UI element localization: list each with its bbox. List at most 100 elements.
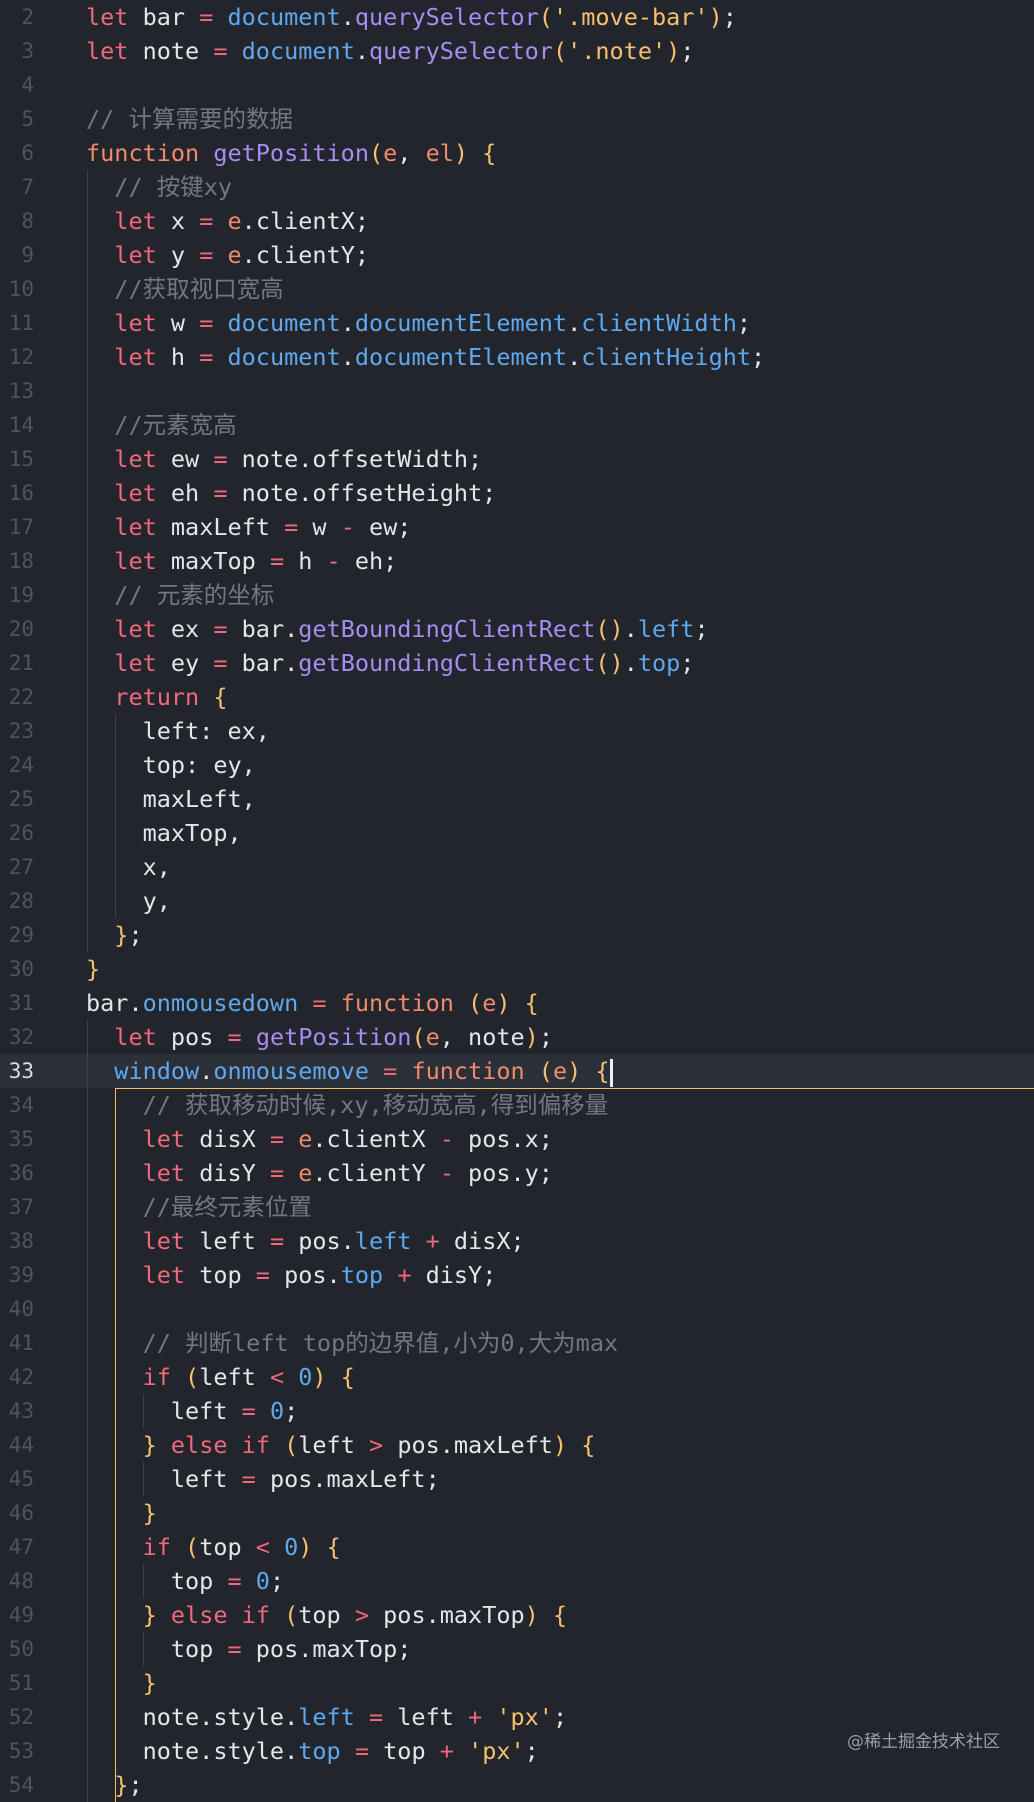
code-text[interactable]: let w = document.documentElement.clientW… — [86, 306, 751, 340]
code-line[interactable]: 9 let y = e.clientY; — [0, 238, 1034, 272]
code-line[interactable]: 49 } else if (top > pos.maxTop) { — [0, 1598, 1034, 1632]
code-line[interactable]: 43 left = 0; — [0, 1394, 1034, 1428]
code-line[interactable]: 34 // 获取移动时候,xy,移动宽高,得到偏移量 — [0, 1088, 1034, 1122]
code-text[interactable]: top: ey, — [86, 748, 256, 782]
code-line[interactable]: 3 let note = document.querySelector('.not… — [0, 34, 1034, 68]
code-line[interactable]: 20 let ex = bar.getBoundingClientRect().… — [0, 612, 1034, 646]
code-line[interactable]: 47 if (top < 0) { — [0, 1530, 1034, 1564]
code-text[interactable]: if (top < 0) { — [86, 1530, 341, 1564]
code-line[interactable]: 4 — [0, 68, 1034, 102]
code-text[interactable]: left = pos.maxLeft; — [86, 1462, 440, 1496]
code-text[interactable]: // 计算需要的数据 — [86, 102, 293, 136]
code-text[interactable]: left: ex, — [86, 714, 270, 748]
code-text[interactable]: let top = pos.top + disY; — [86, 1258, 497, 1292]
code-text[interactable]: let maxTop = h - eh; — [86, 544, 397, 578]
code-text[interactable]: let y = e.clientY; — [86, 238, 369, 272]
code-line[interactable]: 39 let top = pos.top + disY; — [0, 1258, 1034, 1292]
code-text[interactable]: y, — [86, 884, 171, 918]
code-line[interactable]: 7 // 按键xy — [0, 170, 1034, 204]
code-text[interactable]: let note = document.querySelector('.note… — [86, 34, 694, 68]
code-text[interactable]: top = pos.maxTop; — [86, 1632, 412, 1666]
code-text[interactable]: let disX = e.clientX - pos.x; — [86, 1122, 553, 1156]
code-line[interactable]: 23 left: ex, — [0, 714, 1034, 748]
code-line[interactable]: 37 //最终元素位置 — [0, 1190, 1034, 1224]
code-line[interactable]: 13 — [0, 374, 1034, 408]
code-text[interactable]: } — [86, 1666, 157, 1700]
code-line[interactable]: 36 let disY = e.clientY - pos.y; — [0, 1156, 1034, 1190]
code-line[interactable]: 11 let w = document.documentElement.clie… — [0, 306, 1034, 340]
code-text[interactable]: let h = document.documentElement.clientH… — [86, 340, 765, 374]
code-text[interactable]: //获取视口宽高 — [86, 272, 283, 306]
code-line[interactable]: 18 let maxTop = h - eh; — [0, 544, 1034, 578]
code-text[interactable]: // 元素的坐标 — [86, 578, 274, 612]
code-line[interactable]: 6 function getPosition(e, el) { — [0, 136, 1034, 170]
code-line[interactable]: 28 y, — [0, 884, 1034, 918]
code-line[interactable]: 50 top = pos.maxTop; — [0, 1632, 1034, 1666]
code-line[interactable]: 29 }; — [0, 918, 1034, 952]
code-text[interactable]: let x = e.clientX; — [86, 204, 369, 238]
code-line[interactable]: 24 top: ey, — [0, 748, 1034, 782]
code-line[interactable]: 30} — [0, 952, 1034, 986]
code-line[interactable]: 2 let bar = document.querySelector('.move… — [0, 0, 1034, 34]
code-text[interactable]: //元素宽高 — [86, 408, 236, 442]
code-text[interactable]: maxLeft, — [86, 782, 256, 816]
code-text[interactable]: } else if (top > pos.maxTop) { — [86, 1598, 568, 1632]
code-line[interactable]: 21 let ey = bar.getBoundingClientRect().… — [0, 646, 1034, 680]
code-line[interactable]: 14 //元素宽高 — [0, 408, 1034, 442]
code-text[interactable]: maxTop, — [86, 816, 242, 850]
code-text[interactable]: let ew = note.offsetWidth; — [86, 442, 482, 476]
code-line[interactable]: 31 bar.onmousedown = function (e) { — [0, 986, 1034, 1020]
code-line[interactable]: 41 // 判断left top的边界值,小为0,大为max — [0, 1326, 1034, 1360]
code-line[interactable]: 46 } — [0, 1496, 1034, 1530]
code-text[interactable]: x, — [86, 850, 171, 884]
code-text[interactable]: let ex = bar.getBoundingClientRect().lef… — [86, 612, 708, 646]
code-line[interactable]: 17 let maxLeft = w - ew; — [0, 510, 1034, 544]
code-line[interactable]: 35 let disX = e.clientX - pos.x; — [0, 1122, 1034, 1156]
code-line[interactable]: 54 }; — [0, 1768, 1034, 1802]
code-text[interactable]: let ey = bar.getBoundingClientRect().top… — [86, 646, 694, 680]
code-line[interactable]: 33 window.onmousemove = function (e) { — [0, 1054, 1034, 1088]
code-line[interactable]: 19 // 元素的坐标 — [0, 578, 1034, 612]
code-text[interactable]: // 获取移动时候,xy,移动宽高,得到偏移量 — [86, 1088, 609, 1122]
code-text[interactable]: note.style.left = left + 'px'; — [86, 1700, 568, 1734]
code-text[interactable]: let left = pos.left + disX; — [86, 1224, 525, 1258]
code-text[interactable]: let bar = document.querySelector('.move-… — [86, 0, 737, 34]
code-text[interactable]: }; — [86, 918, 142, 952]
code-line[interactable]: 38 let left = pos.left + disX; — [0, 1224, 1034, 1258]
code-text[interactable]: function getPosition(e, el) { — [86, 136, 496, 170]
code-line[interactable]: 5 // 计算需要的数据 — [0, 102, 1034, 136]
code-text[interactable]: return { — [86, 680, 227, 714]
code-line[interactable]: 25 maxLeft, — [0, 782, 1034, 816]
code-line[interactable]: 8 let x = e.clientX; — [0, 204, 1034, 238]
code-text[interactable]: // 判断left top的边界值,小为0,大为max — [86, 1326, 619, 1360]
code-text[interactable]: //最终元素位置 — [86, 1190, 312, 1224]
code-line[interactable]: 16 let eh = note.offsetHeight; — [0, 476, 1034, 510]
code-line[interactable]: 51 } — [0, 1666, 1034, 1700]
code-line[interactable]: 44 } else if (left > pos.maxLeft) { — [0, 1428, 1034, 1462]
code-line[interactable]: 40 — [0, 1292, 1034, 1326]
code-line[interactable]: 48 top = 0; — [0, 1564, 1034, 1598]
code-line[interactable]: 26 maxTop, — [0, 816, 1034, 850]
code-text[interactable]: } — [86, 1496, 157, 1530]
code-text[interactable]: } else if (left > pos.maxLeft) { — [86, 1428, 596, 1462]
code-text[interactable]: note.style.top = top + 'px'; — [86, 1734, 539, 1768]
code-text[interactable]: window.onmousemove = function (e) { — [86, 1054, 613, 1088]
code-text[interactable]: // 按键xy — [86, 170, 232, 204]
code-line[interactable]: 10 //获取视口宽高 — [0, 272, 1034, 306]
code-line[interactable]: 42 if (left < 0) { — [0, 1360, 1034, 1394]
code-line[interactable]: 12 let h = document.documentElement.clie… — [0, 340, 1034, 374]
code-text[interactable]: let eh = note.offsetHeight; — [86, 476, 496, 510]
code-text[interactable]: let maxLeft = w - ew; — [86, 510, 411, 544]
code-line[interactable]: 27 x, — [0, 850, 1034, 884]
code-line[interactable]: 45 left = pos.maxLeft; — [0, 1462, 1034, 1496]
code-text[interactable]: bar.onmousedown = function (e) { — [86, 986, 539, 1020]
code-text[interactable]: let pos = getPosition(e, note); — [86, 1020, 553, 1054]
code-line[interactable]: 15 let ew = note.offsetWidth; — [0, 442, 1034, 476]
code-line[interactable]: 22 return { — [0, 680, 1034, 714]
code-line[interactable]: 32 let pos = getPosition(e, note); — [0, 1020, 1034, 1054]
code-text[interactable]: if (left < 0) { — [86, 1360, 355, 1394]
code-text[interactable]: } — [86, 952, 100, 986]
code-editor[interactable]: 1let note = document.querySelector('.not… — [0, 0, 1034, 1802]
code-text[interactable]: let disY = e.clientY - pos.y; — [86, 1156, 553, 1190]
code-text[interactable]: left = 0; — [86, 1394, 298, 1428]
